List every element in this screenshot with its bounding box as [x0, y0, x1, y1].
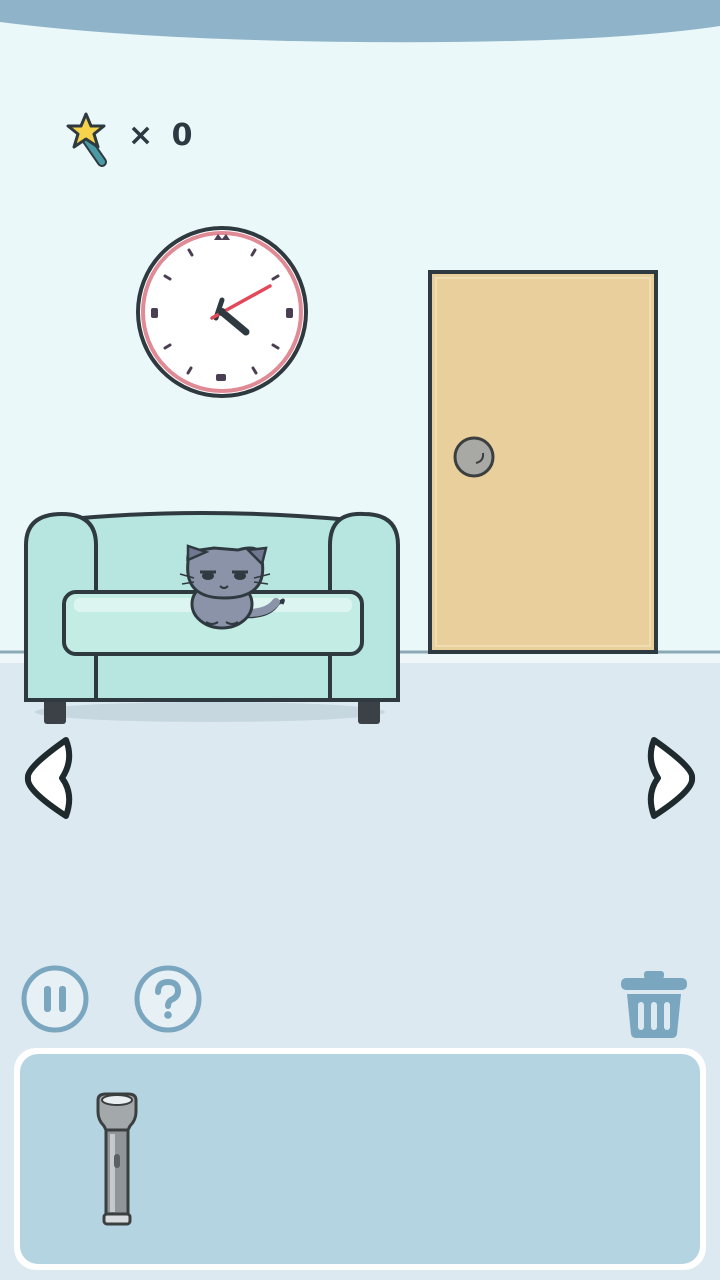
question-icon: [134, 965, 202, 1033]
pause-icon: [21, 965, 89, 1033]
door[interactable]: [428, 270, 658, 654]
wall-clock[interactable]: [136, 226, 308, 398]
inventory-item-flashlight[interactable]: [92, 1090, 142, 1230]
magic-wand-star-icon: [66, 112, 107, 167]
trash-button[interactable]: [618, 968, 690, 1040]
help-button[interactable]: [133, 964, 203, 1034]
door-knob[interactable]: [453, 436, 495, 478]
hint-count: × 0: [128, 118, 197, 153]
hint-counter[interactable]: × 0: [62, 108, 202, 174]
room-scene: [0, 0, 720, 1280]
chevron-left-icon: [24, 737, 73, 819]
flashlight-icon: [96, 1092, 138, 1226]
pause-button[interactable]: [20, 964, 90, 1034]
trash-icon: [621, 971, 687, 1038]
chevron-right-icon: [647, 737, 696, 819]
nav-right-button[interactable]: [644, 734, 698, 822]
nav-left-button[interactable]: [22, 734, 76, 822]
